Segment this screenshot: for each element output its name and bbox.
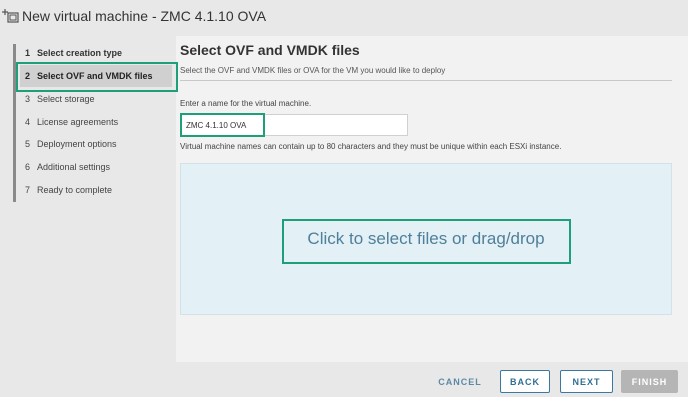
step-number: 5 <box>25 139 31 149</box>
header-divider <box>180 80 672 81</box>
page-subtitle: Select the OVF and VMDK files or OVA for… <box>180 66 446 75</box>
step-deployment-options[interactable]: 5 Deployment options <box>20 133 172 155</box>
new-vm-icon <box>2 9 19 23</box>
step-additional-settings[interactable]: 6 Additional settings <box>20 156 172 178</box>
cancel-button[interactable]: CANCEL <box>432 370 488 393</box>
wizard-content: Select OVF and VMDK files Select the OVF… <box>176 36 688 362</box>
step-number: 7 <box>25 185 31 195</box>
step-license-agreements[interactable]: 4 License agreements <box>20 111 172 133</box>
highlight-box-name-input <box>180 113 265 137</box>
step-select-creation-type[interactable]: 1 Select creation type <box>20 42 172 64</box>
highlight-box-active-step <box>16 62 178 92</box>
step-number: 1 <box>25 48 31 58</box>
step-label: Ready to complete <box>37 185 113 195</box>
step-label: Select storage <box>37 94 95 104</box>
step-number: 4 <box>25 117 31 127</box>
highlight-box-dropzone <box>282 219 571 264</box>
step-number: 6 <box>25 162 31 172</box>
page-title: Select OVF and VMDK files <box>180 42 360 58</box>
step-label: Select creation type <box>37 48 123 58</box>
next-button[interactable]: NEXT <box>560 370 613 393</box>
step-ready-to-complete[interactable]: 7 Ready to complete <box>20 179 172 201</box>
back-button[interactable]: BACK <box>500 370 550 393</box>
vm-name-label: Enter a name for the virtual machine. <box>180 99 312 108</box>
step-label: License agreements <box>37 117 119 127</box>
window-title: New virtual machine - ZMC 4.1.10 OVA <box>22 8 267 24</box>
finish-button: FINISH <box>621 370 678 393</box>
step-number: 3 <box>25 94 31 104</box>
step-label: Additional settings <box>37 162 111 172</box>
title-bar: New virtual machine - ZMC 4.1.10 OVA <box>0 0 688 36</box>
vm-name-hint: Virtual machine names can contain up to … <box>180 142 562 151</box>
step-label: Deployment options <box>37 139 117 149</box>
wizard-footer: CANCEL BACK NEXT FINISH <box>0 362 688 397</box>
